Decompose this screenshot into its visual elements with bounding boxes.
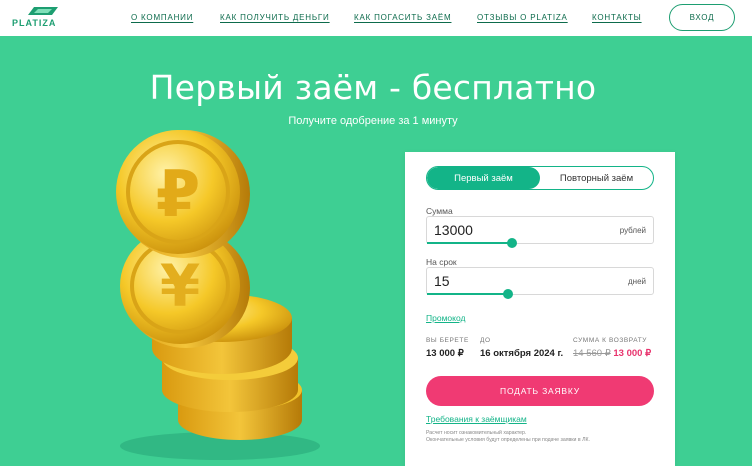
- tab-first-loan[interactable]: Первый заём: [427, 167, 540, 189]
- amount-label: Сумма: [426, 206, 453, 216]
- login-button[interactable]: ВХОД: [669, 4, 735, 31]
- return-new-price: 13 000 ₽: [613, 348, 652, 359]
- tab-repeat-loan[interactable]: Повторный заём: [540, 167, 653, 189]
- amount-value: 13000: [434, 222, 473, 238]
- amount-unit: рублей: [619, 226, 646, 235]
- disclaimer-line-2: Окончательные условия будут определены п…: [426, 437, 590, 443]
- nav-link-reviews[interactable]: ОТЗЫВЫ О PLATIZA: [477, 13, 568, 22]
- platiza-logo[interactable]: PLATIZA: [12, 7, 72, 29]
- return-old-price: 14 560 ₽: [573, 348, 611, 359]
- disclaimer-line-1: Расчет носит ознакомительный характер.: [426, 430, 527, 436]
- amount-slider-track: [427, 242, 511, 244]
- until-value: 16 октября 2024 г.: [480, 348, 564, 359]
- coins-illustration-icon: ¥ ₽: [116, 130, 320, 460]
- term-slider-track: [427, 293, 507, 295]
- return-value: 14 560 ₽ 13 000 ₽: [573, 348, 651, 359]
- logo-text: PLATIZA: [12, 18, 57, 28]
- borrower-requirements-link[interactable]: Требования к заёмщикам: [426, 414, 527, 424]
- return-label: СУММА К ВОЗВРАТУ: [573, 337, 648, 344]
- hero-title: Первый заём - бесплатно: [149, 68, 597, 107]
- nav-link-how-to-repay[interactable]: КАК ПОГАСИТЬ ЗАЁМ: [354, 13, 451, 22]
- svg-text:¥: ¥: [160, 252, 200, 320]
- disclaimer-text: Расчет носит ознакомительный характер. О…: [426, 430, 656, 444]
- nav-link-how-to-get[interactable]: КАК ПОЛУЧИТЬ ДЕНЬГИ: [220, 13, 330, 22]
- term-slider-thumb[interactable]: [503, 289, 513, 299]
- submit-application-button[interactable]: ПОДАТЬ ЗАЯВКУ: [426, 376, 654, 406]
- take-label: ВЫ БЕРЕТЕ: [426, 337, 469, 344]
- nav-link-contacts[interactable]: КОНТАКТЫ: [592, 13, 642, 22]
- svg-text:₽: ₽: [156, 158, 201, 232]
- site-header: PLATIZA О КОМПАНИИ КАК ПОЛУЧИТЬ ДЕНЬГИ К…: [0, 0, 752, 36]
- until-label: ДО: [480, 337, 491, 344]
- amount-field[interactable]: 13000 рублей: [426, 216, 654, 248]
- hero-subtitle: Получите одобрение за 1 минуту: [288, 115, 458, 127]
- term-field[interactable]: 15 дней: [426, 267, 654, 299]
- promo-code-link[interactable]: Промокод: [426, 313, 465, 323]
- nav-link-about[interactable]: О КОМПАНИИ: [131, 13, 193, 22]
- term-unit: дней: [627, 277, 646, 286]
- term-label: На срок: [426, 257, 457, 267]
- loan-type-tabs: Первый заём Повторный заём: [426, 166, 654, 190]
- amount-slider-thumb[interactable]: [507, 238, 517, 248]
- take-value: 13 000 ₽: [426, 348, 464, 359]
- term-value: 15: [434, 273, 450, 289]
- loan-calculator-card: Первый заём Повторный заём Сумма 13000 р…: [405, 152, 675, 466]
- logo-mark-icon: [28, 7, 58, 15]
